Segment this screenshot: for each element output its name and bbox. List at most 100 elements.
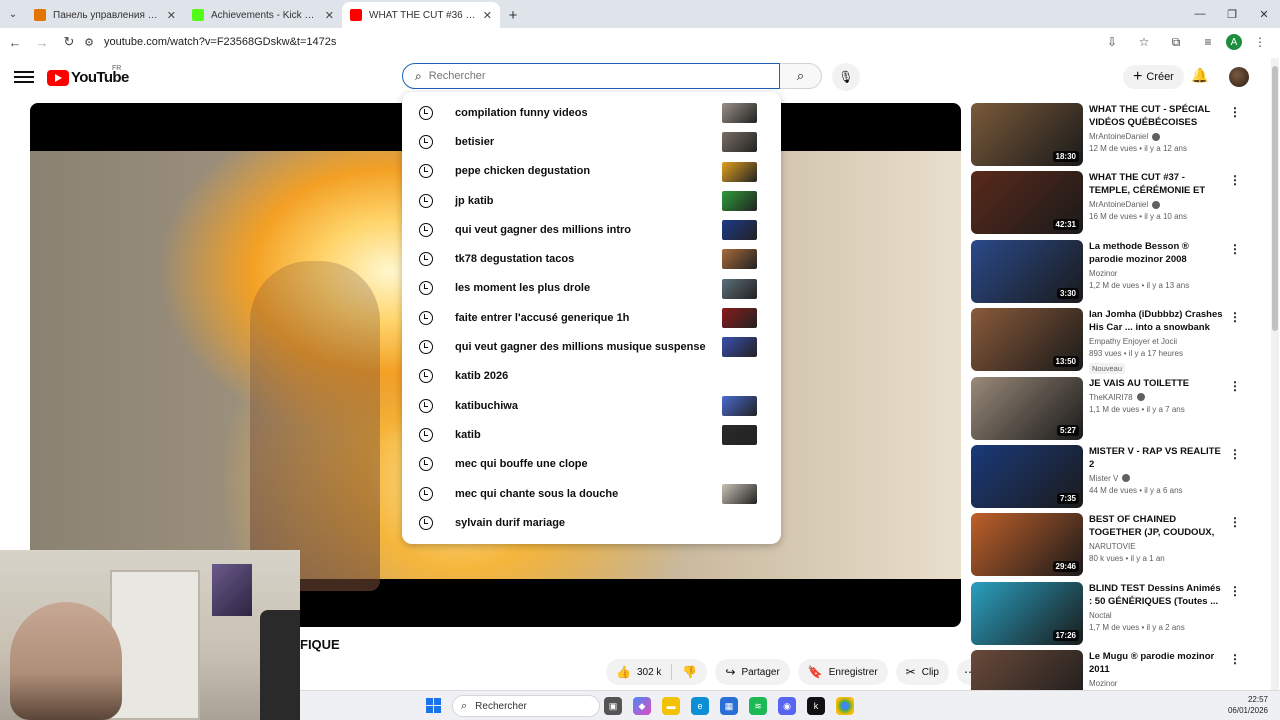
- suggestion-item[interactable]: qui veut gagner des millions intro: [402, 215, 781, 244]
- close-icon[interactable]: ✕: [167, 9, 176, 22]
- video-title[interactable]: BEST OF CHAINED TOGETHER (JP, COUDOUX, N…: [1089, 513, 1225, 539]
- video-title[interactable]: WHAT THE CUT #37 - TEMPLE, CÉRÉMONIE ET …: [1089, 171, 1225, 197]
- close-icon[interactable]: ✕: [325, 9, 334, 22]
- reading-list-icon[interactable]: ≡: [1194, 30, 1222, 54]
- voice-search-button[interactable]: 🎙: [832, 63, 860, 91]
- suggestion-item[interactable]: jp katib: [402, 186, 781, 215]
- browser-menu-icon[interactable]: ⋮: [1246, 30, 1274, 54]
- more-options-icon[interactable]: ⋮: [1229, 310, 1241, 324]
- recommendation-item[interactable]: 42:31 WHAT THE CUT #37 - TEMPLE, CÉRÉMONI…: [971, 171, 1251, 239]
- video-thumbnail[interactable]: 17:26: [971, 581, 1083, 645]
- taskbar-clock[interactable]: 22:57 06/01/2026: [1228, 694, 1268, 716]
- recommendation-item[interactable]: 7:35 MISTER V - RAP VS REALITE 2 Mister V 4…: [971, 444, 1251, 513]
- suggestion-item[interactable]: sylvain durif mariage: [402, 508, 781, 537]
- video-thumbnail[interactable]: 5:27: [971, 376, 1083, 440]
- video-thumbnail[interactable]: 13:50: [971, 308, 1083, 372]
- windows-start-icon[interactable]: [426, 698, 441, 713]
- more-options-icon[interactable]: ⋮: [1229, 447, 1241, 461]
- taskbar-search[interactable]: ⌕ Rechercher: [452, 695, 600, 717]
- channel-name[interactable]: Empathy Enjoyer et Jocii: [1089, 337, 1177, 346]
- youtube-logo[interactable]: YouTube FR: [47, 65, 129, 86]
- channel-name[interactable]: NARUTOVIE: [1089, 542, 1136, 551]
- scrollbar-thumb[interactable]: [1272, 66, 1278, 331]
- more-options-icon[interactable]: ⋮: [1229, 515, 1241, 529]
- search-input[interactable]: [428, 70, 729, 82]
- suggestion-item[interactable]: faite entrer l'accusé generique 1h: [402, 303, 781, 332]
- back-icon[interactable]: ←: [3, 30, 27, 54]
- discord-icon[interactable]: ◉: [778, 697, 796, 715]
- more-options-icon[interactable]: ⋮: [1229, 173, 1241, 187]
- new-tab-button[interactable]: +: [500, 2, 526, 28]
- video-title[interactable]: La methode Besson ® parodie mozinor 2008: [1089, 240, 1225, 266]
- recommendation-item[interactable]: 13:50 Ian Jomha (iDubbbz) Crashes His Car…: [971, 308, 1251, 376]
- address-bar[interactable]: ⚙ youtube.com/watch?v=F23568GDskw&t=1472…: [80, 30, 1102, 54]
- video-title[interactable]: Ian Jomha (iDubbbz) Crashes His Car ... …: [1089, 308, 1225, 334]
- suggestion-item[interactable]: qui veut gagner des millions musique sus…: [402, 332, 781, 361]
- search-button[interactable]: ⌕: [780, 63, 822, 89]
- recommendation-item[interactable]: 29:46 BEST OF CHAINED TOGETHER (JP, COUDO…: [971, 513, 1251, 581]
- video-title[interactable]: BLIND TEST Dessins Animés : 50 GÉNÉRIQUE…: [1089, 582, 1225, 608]
- browser-tab-active[interactable]: WHAT THE CUT #36 - JESUS, H ✕: [342, 2, 500, 28]
- close-window-icon[interactable]: ✕: [1248, 0, 1280, 28]
- more-options-icon[interactable]: ⋮: [1229, 652, 1241, 666]
- video-title[interactable]: Le Mugu ® parodie mozinor 2011: [1089, 650, 1225, 676]
- suggestion-item[interactable]: les moment les plus drole: [402, 274, 781, 303]
- browser-tab[interactable]: Панель управления - Donatio ✕: [26, 2, 184, 28]
- chrome-icon[interactable]: [836, 697, 854, 715]
- save-button[interactable]: 🔖 Enregistrer: [797, 659, 888, 685]
- task-view-icon[interactable]: ▣: [604, 697, 622, 715]
- channel-name[interactable]: Noctal: [1089, 611, 1112, 620]
- tab-search-icon[interactable]: ⌄: [0, 0, 26, 28]
- suggestion-item[interactable]: tk78 degustation tacos: [402, 244, 781, 273]
- file-explorer-icon[interactable]: ▬: [662, 697, 680, 715]
- recommendation-item[interactable]: 3:30 La methode Besson ® parodie mozinor …: [971, 239, 1251, 308]
- like-button[interactable]: 👍 302 k: [606, 659, 671, 685]
- channel-name[interactable]: MrAntoineDaniel: [1089, 200, 1148, 209]
- video-title[interactable]: JE VAIS AU TOILETTE: [1089, 377, 1225, 390]
- kick-icon[interactable]: k: [807, 697, 825, 715]
- page-scrollbar[interactable]: [1271, 58, 1279, 720]
- maximize-icon[interactable]: ❐: [1216, 0, 1248, 28]
- edge-icon[interactable]: e: [691, 697, 709, 715]
- browser-tab[interactable]: Achievements - Kick Dashboard ✕: [184, 2, 342, 28]
- suggestion-item[interactable]: mec qui chante sous la douche: [402, 479, 781, 508]
- video-thumbnail[interactable]: 18:30: [971, 103, 1083, 166]
- account-avatar[interactable]: [1229, 67, 1249, 87]
- recommendation-item[interactable]: 5:27 JE VAIS AU TOILETTE TheKAIRI78 1,1 M d…: [971, 376, 1251, 445]
- dislike-button[interactable]: 👎: [672, 659, 707, 685]
- recommendation-item[interactable]: 18:30 WHAT THE CUT - SPÉCIAL VIDÉOS QUÉBÉ…: [971, 103, 1251, 171]
- forward-icon[interactable]: →: [30, 30, 54, 54]
- search-box[interactable]: ⌕: [402, 63, 780, 89]
- more-options-icon[interactable]: ⋮: [1229, 105, 1241, 119]
- video-thumbnail[interactable]: 42:31: [971, 171, 1083, 235]
- recommendation-item[interactable]: 17:26 BLIND TEST Dessins Animés : 50 GÉNÉ…: [971, 581, 1251, 650]
- copilot-icon[interactable]: ◆: [633, 697, 651, 715]
- suggestion-item[interactable]: betisier: [402, 127, 781, 156]
- channel-name[interactable]: MrAntoineDaniel: [1089, 132, 1148, 141]
- video-thumbnail[interactable]: 3:30: [971, 239, 1083, 303]
- reload-icon[interactable]: ↻: [57, 30, 81, 54]
- menu-icon[interactable]: [14, 68, 34, 86]
- channel-name[interactable]: Mister V: [1089, 474, 1118, 483]
- suggestion-item[interactable]: compilation funny videos: [402, 98, 781, 127]
- more-options-icon[interactable]: ⋮: [1229, 584, 1241, 598]
- notifications-bell-icon[interactable]: 🔔: [1191, 67, 1208, 84]
- store-icon[interactable]: ▦: [720, 697, 738, 715]
- channel-name[interactable]: Mozinor: [1089, 679, 1117, 688]
- suggestion-item[interactable]: katibuchiwa: [402, 391, 781, 420]
- close-icon[interactable]: ✕: [483, 9, 492, 22]
- create-button[interactable]: + Créer: [1123, 65, 1184, 89]
- bookmark-star-icon[interactable]: ☆: [1130, 30, 1158, 54]
- minimize-icon[interactable]: —: [1184, 0, 1216, 28]
- clip-button[interactable]: ✂ Clip: [895, 659, 949, 685]
- more-options-icon[interactable]: ⋮: [1229, 242, 1241, 256]
- video-thumbnail[interactable]: 7:35: [971, 444, 1083, 508]
- suggestion-item[interactable]: katib: [402, 420, 781, 449]
- extensions-icon[interactable]: ⧉: [1162, 30, 1190, 54]
- profile-avatar[interactable]: A: [1226, 34, 1242, 50]
- share-button[interactable]: ↪ Partager: [715, 659, 790, 685]
- suggestion-item[interactable]: pepe chicken degustation: [402, 157, 781, 186]
- video-title[interactable]: WHAT THE CUT - SPÉCIAL VIDÉOS QUÉBÉCOISE…: [1089, 103, 1225, 129]
- install-app-icon[interactable]: ⇩: [1098, 30, 1126, 54]
- video-title[interactable]: MISTER V - RAP VS REALITE 2: [1089, 445, 1225, 471]
